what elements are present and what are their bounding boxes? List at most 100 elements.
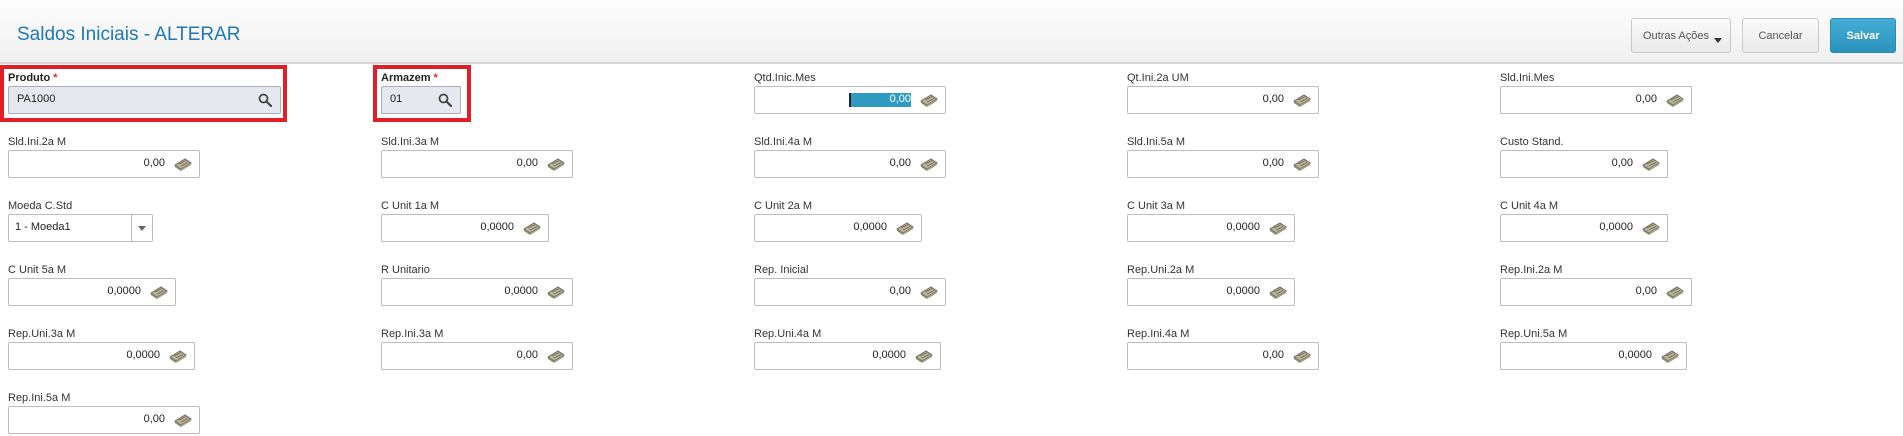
field-label-text: Rep.Ini.2a M: [1500, 264, 1563, 276]
field-qtd-inic-mes: Qtd.Inic.Mes 0,00: [754, 72, 946, 116]
rep-uni-5a-m-input[interactable]: 0,0000: [1500, 342, 1687, 370]
field-label: Rep.Ini.3a M: [381, 328, 443, 340]
calculator-icon[interactable]: [1641, 220, 1661, 236]
calculator-icon[interactable]: [546, 156, 566, 172]
calculator-icon[interactable]: [1292, 92, 1312, 108]
field-rep-ini-3a-m: Rep.Ini.3a M 0,00: [381, 328, 573, 372]
field-rep-ini-5a-m: Rep.Ini.5a M 0,00: [8, 392, 200, 436]
rep-uni-4a-m-input[interactable]: 0,0000: [754, 342, 941, 370]
rep-uni-2a-m-input[interactable]: 0,0000: [1127, 278, 1295, 306]
custo-stand-input[interactable]: 0,00: [1500, 150, 1668, 178]
moeda-c-std-select[interactable]: 1 - Moeda1: [8, 214, 153, 242]
outras-acoes-button[interactable]: Outras Ações: [1631, 18, 1731, 53]
calculator-icon[interactable]: [919, 284, 939, 300]
field-moeda-c-std: Moeda C.Std 1 - Moeda1: [8, 200, 153, 244]
field-label: Rep.Uni.2a M: [1127, 264, 1194, 276]
field-value: 0,00: [1635, 285, 1657, 297]
chevron-down-icon[interactable]: [131, 215, 152, 241]
c-unit-1a-m-input[interactable]: 0,0000: [381, 214, 549, 242]
sld-ini-3a-m-input[interactable]: 0,00: [381, 150, 573, 178]
cancel-button[interactable]: Cancelar: [1742, 18, 1819, 53]
field-label-text: Sld.Ini.5a M: [1127, 136, 1186, 148]
field-rep-uni-4a-m: Rep.Uni.4a M 0,0000: [754, 328, 941, 372]
c-unit-2a-m-input[interactable]: 0,0000: [754, 214, 922, 242]
qtd-inic-mes-input[interactable]: 0,00: [754, 86, 946, 114]
field-c-unit-2a-m: C Unit 2a M 0,0000: [754, 200, 922, 244]
field-label-text: Moeda C.Std: [8, 200, 73, 212]
c-unit-5a-m-input[interactable]: 0,0000: [8, 278, 176, 306]
calculator-icon[interactable]: [522, 220, 542, 236]
field-c-unit-4a-m: C Unit 4a M 0,0000: [1500, 200, 1668, 244]
field-value: 0,0000: [853, 221, 887, 233]
sld-ini-4a-m-input[interactable]: 0,00: [754, 150, 946, 178]
field-label-text: C Unit 2a M: [754, 200, 813, 212]
calculator-icon[interactable]: [168, 348, 188, 364]
calculator-icon[interactable]: [546, 284, 566, 300]
field-label-text: Rep.Ini.4a M: [1127, 328, 1190, 340]
rep-ini-3a-m-input[interactable]: 0,00: [381, 342, 573, 370]
c-unit-3a-m-input[interactable]: 0,0000: [1127, 214, 1295, 242]
sld-ini-mes-input[interactable]: 0,00: [1500, 86, 1692, 114]
calculator-icon[interactable]: [919, 92, 939, 108]
rep-ini-5a-m-input[interactable]: 0,00: [8, 406, 200, 434]
field-label-text: C Unit 4a M: [1500, 200, 1559, 212]
field-label-text: Sld.Ini.Mes: [1500, 72, 1555, 84]
calculator-icon[interactable]: [1268, 220, 1288, 236]
dropdown-caret-icon: [1714, 38, 1722, 43]
field-custo-stand: Custo Stand. 0,00: [1500, 136, 1668, 180]
field-label-text: Rep.Uni.4a M: [754, 328, 822, 340]
rep-ini-4a-m-input[interactable]: 0,00: [1127, 342, 1319, 370]
calculator-icon[interactable]: [546, 348, 566, 364]
sld-ini-5a-m-input[interactable]: 0,00: [1127, 150, 1319, 178]
highlight-produto: [0, 65, 287, 122]
field-label: Rep.Uni.5a M: [1500, 328, 1567, 340]
field-label: Rep.Ini.2a M: [1500, 264, 1562, 276]
calculator-icon[interactable]: [1292, 348, 1312, 364]
field-value: 0,0000: [872, 349, 906, 361]
save-button[interactable]: Salvar: [1830, 18, 1896, 53]
field-label: Rep.Uni.3a M: [8, 328, 75, 340]
field-c-unit-3a-m: C Unit 3a M 0,0000: [1127, 200, 1295, 244]
calculator-icon[interactable]: [1268, 284, 1288, 300]
c-unit-4a-m-input[interactable]: 0,0000: [1500, 214, 1668, 242]
calculator-icon[interactable]: [919, 156, 939, 172]
outras-acoes-label: Outras Ações: [1642, 29, 1710, 42]
field-value: 0,0000: [107, 285, 141, 297]
field-value: 0,00: [1611, 157, 1633, 169]
calculator-icon[interactable]: [173, 412, 193, 428]
calculator-icon[interactable]: [1665, 92, 1685, 108]
r-unitario-input[interactable]: 0,0000: [381, 278, 573, 306]
field-value: 0,00: [1262, 349, 1284, 361]
calculator-icon[interactable]: [1641, 156, 1661, 172]
field-label-text: Rep.Ini.3a M: [381, 328, 444, 340]
field-label-text: Sld.Ini.4a M: [754, 136, 813, 148]
field-label: C Unit 2a M: [754, 200, 812, 212]
field-value: 0,0000: [1618, 349, 1652, 361]
rep-inicial-input[interactable]: 0,00: [754, 278, 946, 306]
calculator-icon[interactable]: [149, 284, 169, 300]
calculator-icon[interactable]: [1660, 348, 1680, 364]
field-value: 0,00: [516, 349, 538, 361]
rep-ini-2a-m-input[interactable]: 0,00: [1500, 278, 1692, 306]
calculator-icon[interactable]: [914, 348, 934, 364]
field-label: C Unit 1a M: [381, 200, 439, 212]
rep-uni-3a-m-input[interactable]: 0,0000: [8, 342, 195, 370]
field-value: 0,0000: [1599, 221, 1633, 233]
field-rep-ini-2a-m: Rep.Ini.2a M 0,00: [1500, 264, 1692, 308]
field-label: Rep.Uni.4a M: [754, 328, 821, 340]
field-value: 0,00: [1635, 93, 1657, 105]
field-label: Custo Stand.: [1500, 136, 1564, 148]
calculator-icon[interactable]: [1292, 156, 1312, 172]
field-label: C Unit 3a M: [1127, 200, 1185, 212]
calculator-icon[interactable]: [1665, 284, 1685, 300]
field-r-unitario: R Unitario 0,0000: [381, 264, 573, 308]
page-header: Saldos Iniciais - ALTERAR Outras Ações C…: [0, 0, 1903, 64]
calculator-icon[interactable]: [173, 156, 193, 172]
calculator-icon[interactable]: [895, 220, 915, 236]
field-label: Rep.Ini.5a M: [8, 392, 70, 404]
qt-ini-2a-um-input[interactable]: 0,00: [1127, 86, 1319, 114]
field-label-text: Qt.Ini.2a UM: [1127, 72, 1189, 84]
sld-ini-2a-m-input[interactable]: 0,00: [8, 150, 200, 178]
page-title: Saldos Iniciais - ALTERAR: [17, 24, 241, 45]
field-qt-ini-2a-um: Qt.Ini.2a UM 0,00: [1127, 72, 1319, 116]
